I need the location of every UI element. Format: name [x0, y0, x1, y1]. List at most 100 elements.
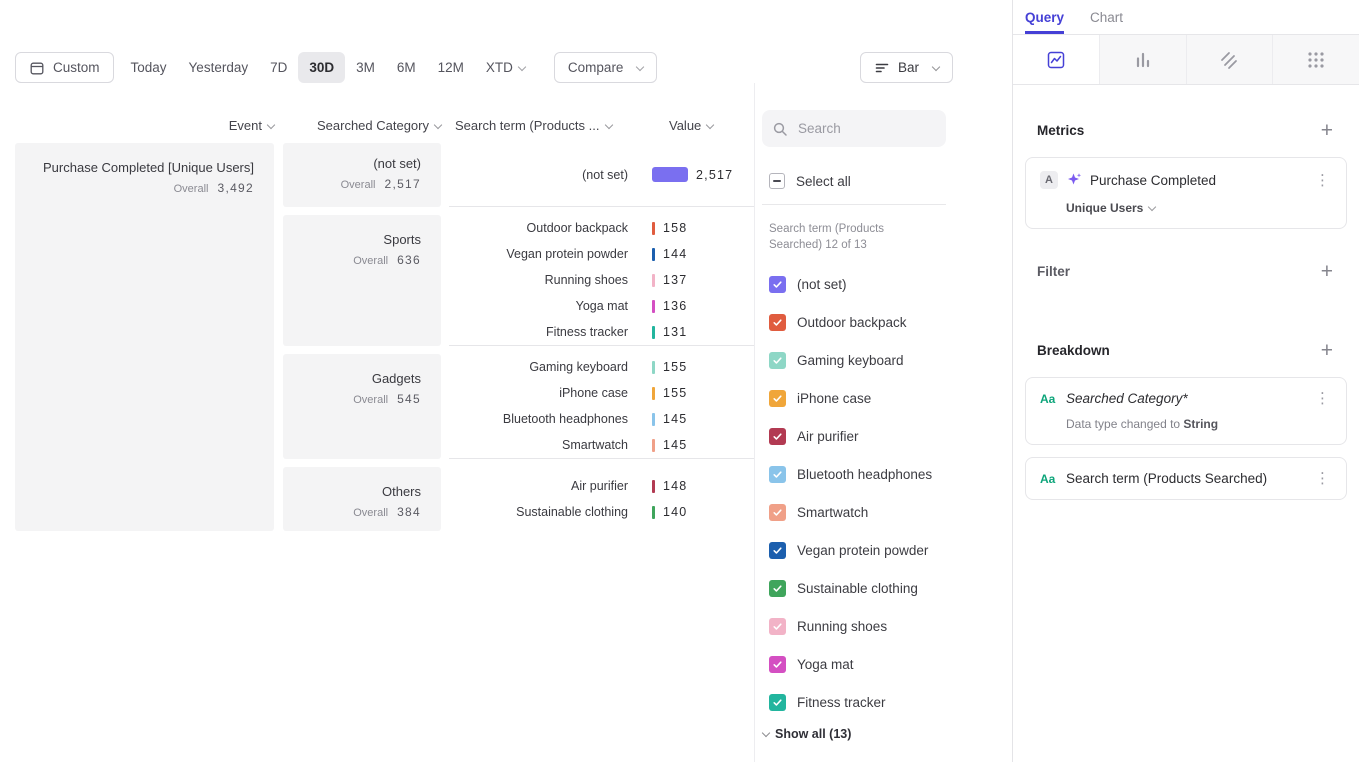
term-label: Gaming keyboard: [449, 360, 640, 374]
checkbox-checked-icon[interactable]: [769, 656, 786, 673]
kebab-menu-icon[interactable]: ⋮: [1313, 391, 1332, 406]
tab-insights[interactable]: [1013, 35, 1100, 84]
term-value: 140: [663, 505, 687, 519]
filter-item[interactable]: iPhone case: [769, 379, 1012, 417]
filter-item[interactable]: Yoga mat: [769, 645, 1012, 683]
sparkle-icon: [1066, 172, 1082, 188]
term-label: Fitness tracker: [449, 325, 640, 339]
filter-item-label: Sustainable clothing: [797, 581, 918, 596]
filter-item[interactable]: Vegan protein powder: [769, 531, 1012, 569]
value-bar: [652, 248, 655, 261]
measurement-dropdown[interactable]: Unique Users: [1066, 201, 1332, 215]
category-overall-value: 545: [397, 392, 421, 406]
tab-funnels[interactable]: [1100, 35, 1187, 84]
add-metric-button[interactable]: +: [1315, 118, 1339, 143]
column-header-event[interactable]: Event: [15, 118, 274, 133]
filter-item-label: Gaming keyboard: [797, 353, 904, 368]
add-breakdown-button[interactable]: +: [1315, 338, 1339, 363]
term-row[interactable]: (not set) 2,517: [449, 162, 746, 188]
term-row[interactable]: Air purifier 148: [449, 473, 746, 499]
term-row[interactable]: Smartwatch 145: [449, 432, 746, 458]
preset-3m-button[interactable]: 3M: [345, 52, 386, 83]
tab-query[interactable]: Query: [1025, 0, 1064, 34]
custom-date-button[interactable]: Custom: [15, 52, 114, 83]
checkbox-checked-icon[interactable]: [769, 276, 786, 293]
filter-item-label: Running shoes: [797, 619, 887, 634]
breakdown-card[interactable]: Aa Search term (Products Searched) ⋮: [1025, 457, 1347, 500]
kebab-menu-icon[interactable]: ⋮: [1313, 173, 1332, 188]
preset-6m-button[interactable]: 6M: [386, 52, 427, 83]
preset-today-button[interactable]: Today: [120, 52, 178, 83]
add-filter-button[interactable]: +: [1315, 259, 1339, 284]
tab-flows[interactable]: [1273, 35, 1359, 84]
term-value: 155: [663, 386, 687, 400]
checkbox-checked-icon[interactable]: [769, 314, 786, 331]
chart-type-label: Bar: [898, 60, 919, 75]
breakdown-label: Searched Category*: [1066, 391, 1305, 406]
column-header-search-term[interactable]: Search term (Products ...: [441, 118, 639, 133]
category-cell[interactable]: Gadgets Overall 545: [283, 354, 441, 459]
filter-item[interactable]: Running shoes: [769, 607, 1012, 645]
term-value: 136: [663, 299, 687, 313]
preset-xtd-button[interactable]: XTD: [475, 52, 536, 83]
term-row[interactable]: iPhone case 155: [449, 380, 746, 406]
overall-label: Overall: [353, 394, 388, 406]
checkbox-checked-icon[interactable]: [769, 428, 786, 445]
search-input[interactable]: [796, 120, 936, 137]
category-cell[interactable]: Sports Overall 636: [283, 215, 441, 346]
checkbox-checked-icon[interactable]: [769, 618, 786, 635]
value-bar: [652, 480, 655, 493]
checkbox-checked-icon[interactable]: [769, 694, 786, 711]
checkbox-indeterminate-icon[interactable]: [769, 173, 785, 189]
filter-item[interactable]: Bluetooth headphones: [769, 455, 1012, 493]
preset-12m-button[interactable]: 12M: [427, 52, 475, 83]
preset-30d-button[interactable]: 30D: [298, 52, 345, 83]
filter-item[interactable]: Outdoor backpack: [769, 303, 1012, 341]
term-row[interactable]: Sustainable clothing 140: [449, 499, 746, 525]
term-row[interactable]: Gaming keyboard 155: [449, 354, 746, 380]
column-header-category[interactable]: Searched Category: [283, 118, 441, 133]
overall-label: Overall: [341, 179, 376, 191]
filter-item[interactable]: Sustainable clothing: [769, 569, 1012, 607]
tab-retention[interactable]: [1187, 35, 1274, 84]
term-label: Running shoes: [449, 273, 640, 287]
preset-7d-button[interactable]: 7D: [259, 52, 298, 83]
checkbox-checked-icon[interactable]: [769, 390, 786, 407]
breakdown-card[interactable]: Aa Searched Category* ⋮ Data type change…: [1025, 377, 1347, 445]
chevron-down-icon: [604, 121, 612, 129]
term-row[interactable]: Yoga mat 136: [449, 293, 746, 319]
filter-item[interactable]: Air purifier: [769, 417, 1012, 455]
filter-item-label: Outdoor backpack: [797, 315, 907, 330]
checkbox-checked-icon[interactable]: [769, 504, 786, 521]
term-row[interactable]: Outdoor backpack 158: [449, 215, 746, 241]
compare-button[interactable]: Compare: [554, 52, 658, 83]
category-cell[interactable]: (not set) Overall 2,517: [283, 143, 441, 207]
filter-item[interactable]: Smartwatch: [769, 493, 1012, 531]
chart-type-button[interactable]: Bar: [860, 52, 953, 83]
select-all-row[interactable]: Select all: [769, 173, 1012, 189]
filter-item[interactable]: Fitness tracker: [769, 683, 1012, 721]
show-all-button[interactable]: Show all (13): [763, 727, 1012, 741]
breakdown-label: Search term (Products Searched): [1066, 471, 1305, 486]
filter-item[interactable]: (not set): [769, 265, 1012, 303]
category-cell[interactable]: Others Overall 384: [283, 467, 441, 531]
filter-item-label: (not set): [797, 277, 847, 292]
tab-chart[interactable]: Chart: [1090, 0, 1123, 34]
filter-item[interactable]: Gaming keyboard: [769, 341, 1012, 379]
preset-yesterday-button[interactable]: Yesterday: [178, 52, 260, 83]
term-row[interactable]: Fitness tracker 131: [449, 319, 746, 345]
metrics-heading: Metrics: [1037, 123, 1084, 138]
term-row[interactable]: Running shoes 137: [449, 267, 746, 293]
column-header-value[interactable]: Value: [639, 118, 754, 133]
checkbox-checked-icon[interactable]: [769, 352, 786, 369]
filter-item-label: Yoga mat: [797, 657, 854, 672]
term-value: 158: [663, 221, 687, 235]
kebab-menu-icon[interactable]: ⋮: [1313, 471, 1332, 486]
checkbox-checked-icon[interactable]: [769, 580, 786, 597]
term-row[interactable]: Vegan protein powder 144: [449, 241, 746, 267]
event-cell[interactable]: Purchase Completed [Unique Users] Overal…: [15, 143, 274, 531]
checkbox-checked-icon[interactable]: [769, 466, 786, 483]
checkbox-checked-icon[interactable]: [769, 542, 786, 559]
metric-card[interactable]: A Purchase Completed ⋮ Unique Users: [1025, 157, 1347, 229]
term-row[interactable]: Bluetooth headphones 145: [449, 406, 746, 432]
